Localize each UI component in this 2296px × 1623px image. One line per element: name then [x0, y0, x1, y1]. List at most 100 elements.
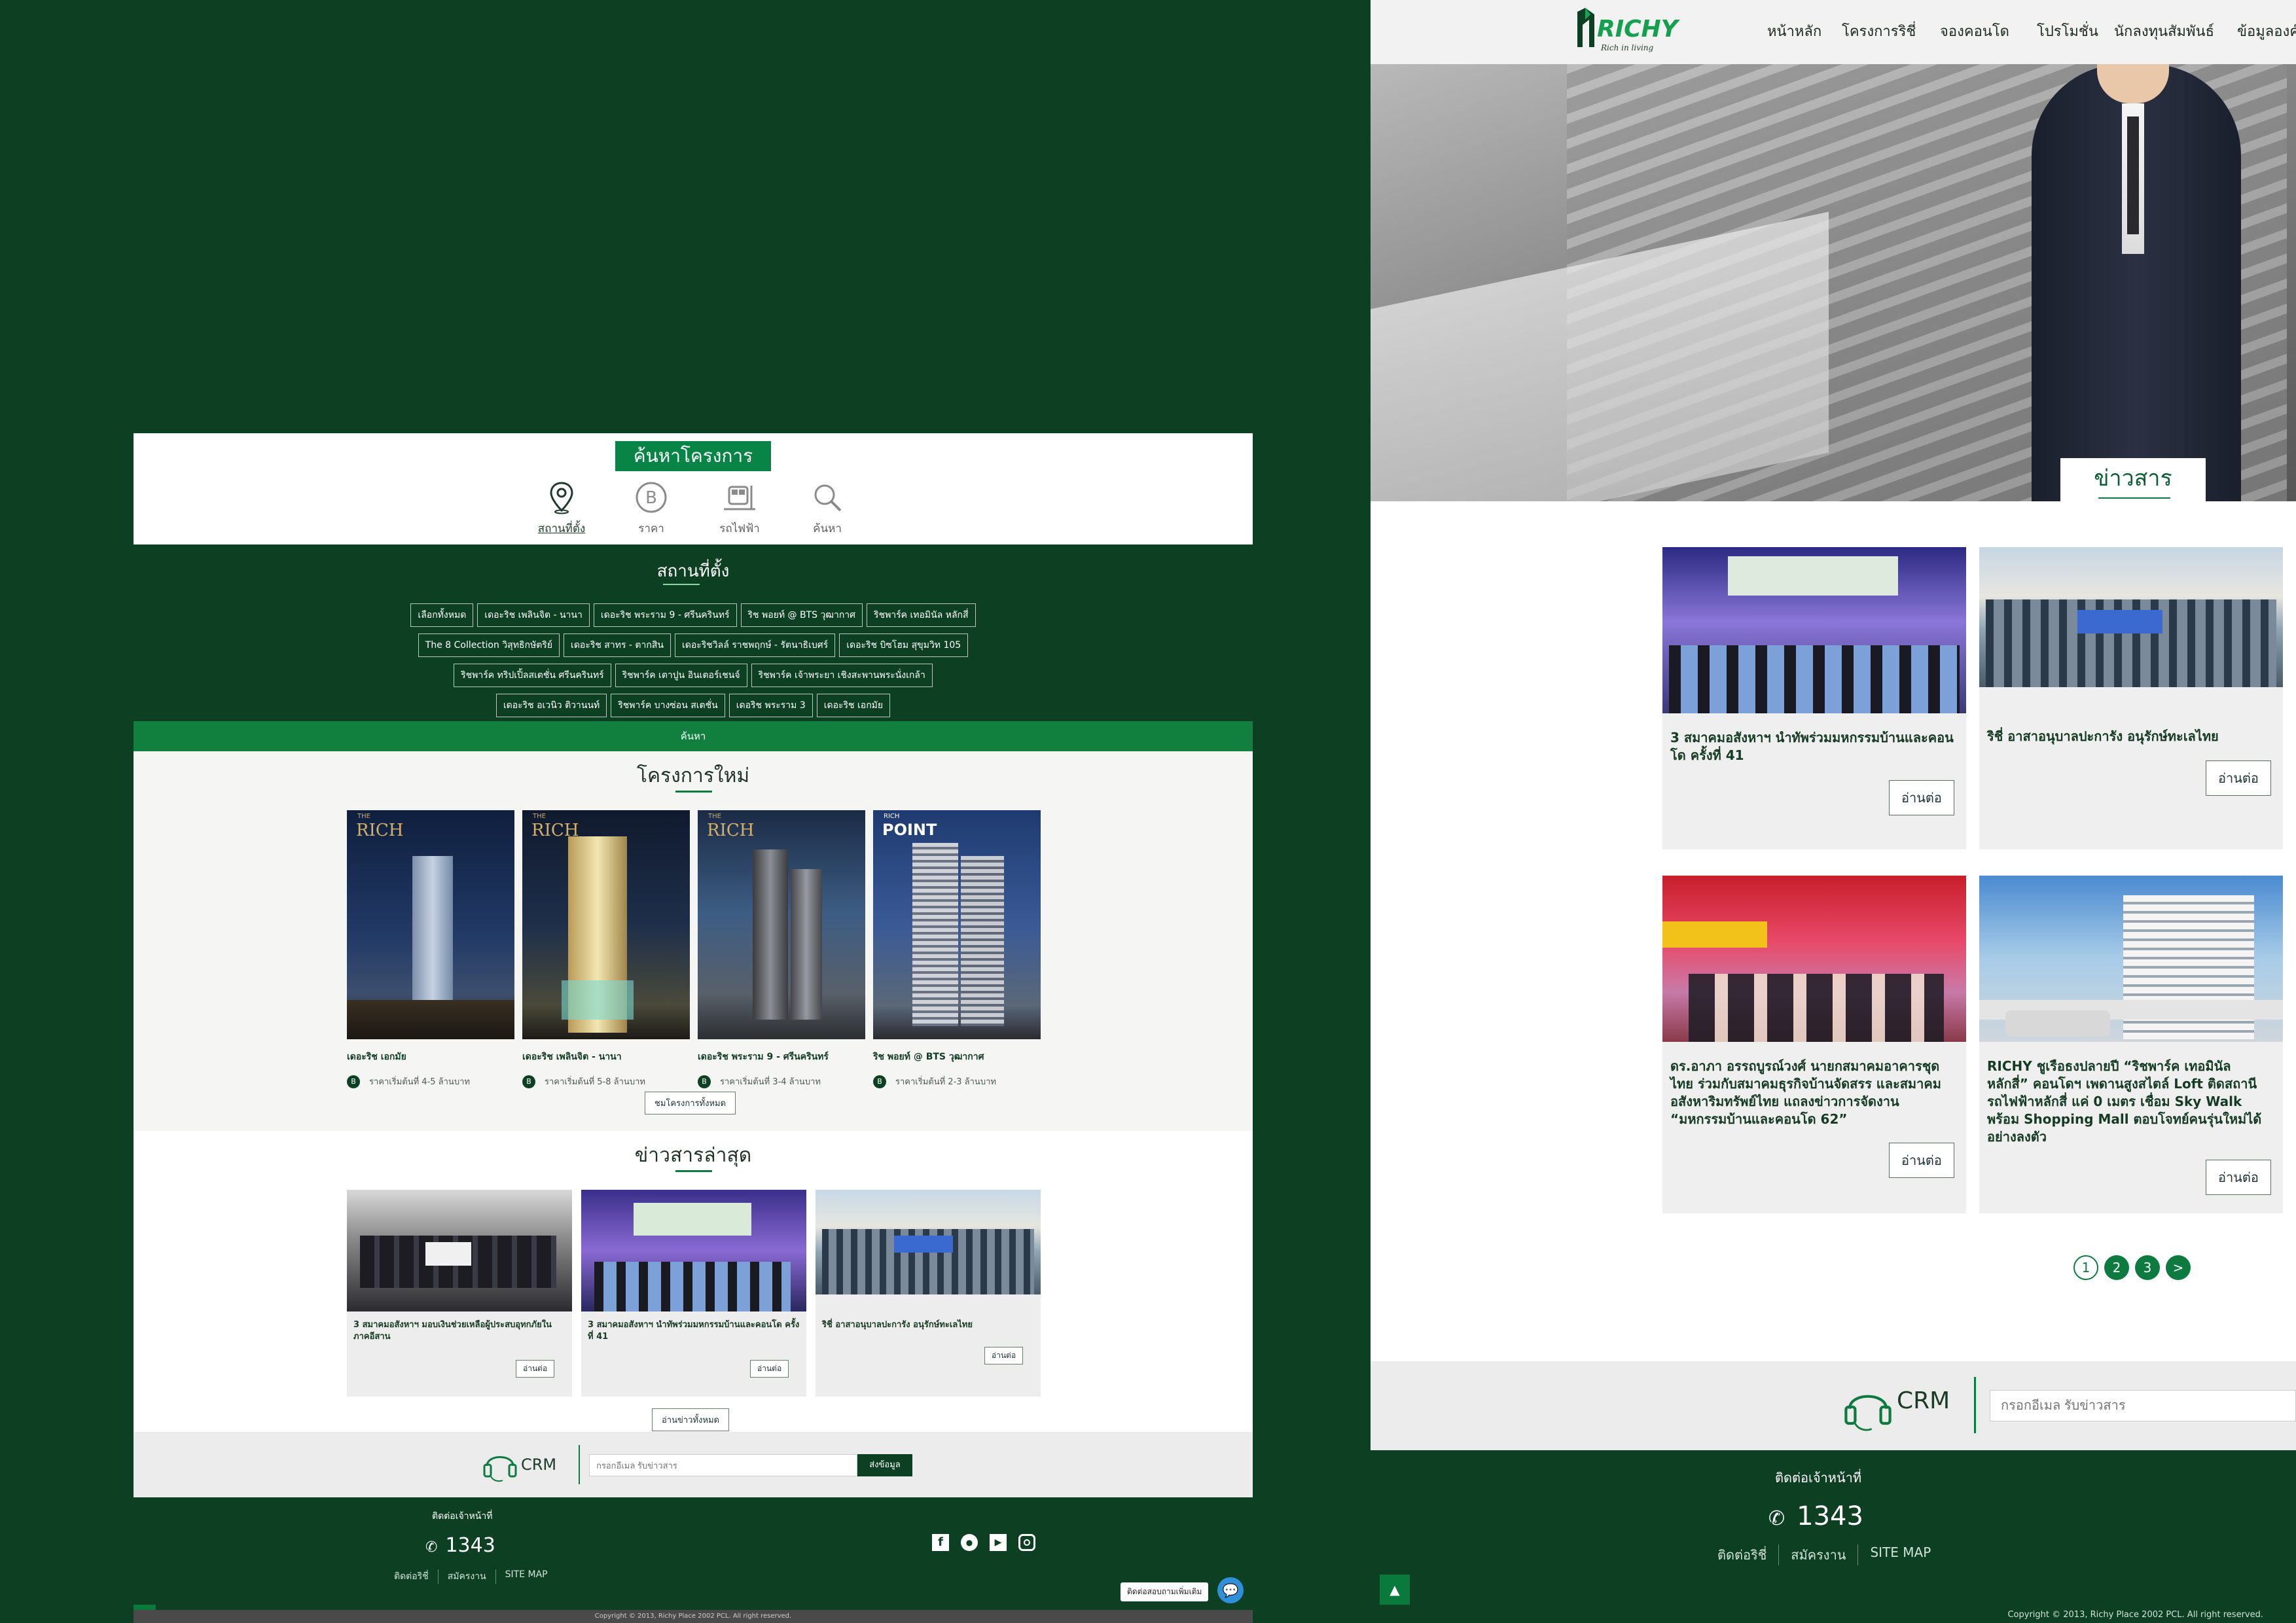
baht-badge-icon: B	[873, 1075, 886, 1088]
footer-phone-number: 1343	[1797, 1501, 1863, 1531]
left-page-screenshot: ค้นหาโครงการ สถานที่ตั้ง B ราคา รถไฟฟ้า …	[134, 433, 1253, 1623]
nav-booking[interactable]: จองคอนโด	[1940, 20, 2009, 43]
location-title-underline	[663, 584, 700, 585]
footer-phone: ✆ 1343	[425, 1534, 495, 1557]
crm-subscribe-bar: CRM	[1371, 1361, 2296, 1450]
footer-contact-label: ติดต่อเจ้าหน้าที่	[432, 1511, 493, 1522]
news-card[interactable]: RICHY ชูเรือธงปลายปี “ริชพาร์ค เทอมินัล …	[1979, 876, 2283, 1213]
location-chip[interactable]: เดอะริช เพลินจิต - นานา	[477, 603, 590, 627]
chat-label[interactable]: ติดต่อสอบถามเพิ่มเติม	[1121, 1582, 1209, 1601]
news-card[interactable]: ริชี่ อาสาอนุบาลปะการัง อนุรักษ์ทะเลไทย …	[816, 1190, 1041, 1397]
nav-home[interactable]: หน้าหลัก	[1767, 20, 1821, 43]
tab-search[interactable]: ค้นหา	[788, 479, 867, 537]
location-chip[interactable]: เลือกทั้งหมด	[410, 603, 474, 627]
brand-logo-text: RICHY	[1597, 16, 1678, 43]
crm-submit-button[interactable]: ส่งข้อมูล	[857, 1454, 912, 1476]
location-chip[interactable]: ริชพาร์ค เจ้าพระยา เชิงสะพานพระนั่งเกล้า	[751, 664, 933, 687]
headset-icon	[483, 1456, 517, 1482]
phone-icon: ✆	[425, 1539, 438, 1556]
read-more-button[interactable]: อ่านต่อ	[516, 1360, 555, 1378]
nav-investor-relations[interactable]: นักลงทุนสัมพันธ์	[2114, 20, 2214, 43]
location-row: เดอะริช อเวนิว ติวานนท์ ริชพาร์ค บางซ่อน…	[134, 694, 1253, 717]
baht-badge-icon: B	[347, 1075, 360, 1088]
footer-link[interactable]: SITE MAP	[1858, 1544, 1943, 1565]
project-logo: POINT	[882, 821, 937, 839]
location-chip[interactable]: ริชพาร์ค เทอมินัล หลักสี่	[867, 603, 976, 627]
project-price: B ราคาเริ่มต้นที่ 4-5 ล้านบาท	[347, 1075, 514, 1088]
footer-link[interactable]: สมัครงาน	[439, 1569, 496, 1584]
next-page-button[interactable]: >	[2166, 1255, 2191, 1280]
location-row: The 8 Collection วิสุทธิกษัตริย์ เดอะริช…	[134, 633, 1253, 657]
news-card[interactable]: 3 สมาคมอสังหาฯ นำทัพร่วมมหกรรมบ้านและคอน…	[581, 1190, 806, 1397]
location-chip[interactable]: ริชพาร์ค บางซ่อน สเตชั่น	[611, 694, 725, 717]
project-name: ริช พอยท์ @ BTS วุฒากาศ	[873, 1052, 984, 1062]
richy-logo-icon	[1577, 8, 1594, 47]
location-chip[interactable]: เดอะริช อเวนิว ติวานนท์	[495, 694, 607, 717]
project-card[interactable]: RICH POINT ริช พอยท์ @ BTS วุฒากาศ B ราคา…	[873, 810, 1041, 1088]
read-more-button[interactable]: อ่านต่อ	[1889, 1143, 1954, 1178]
project-card[interactable]: THE RICH เดอะริช พระราม 9 - ศรีนครินทร์ …	[698, 810, 865, 1088]
location-chip[interactable]: เดอะริช สาทร - ตากสิน	[564, 633, 671, 657]
location-filter-panel: สถานที่ตั้ง เลือกทั้งหมด เดอะริช เพลินจิ…	[134, 544, 1253, 721]
location-chip[interactable]: The 8 Collection วิสุทธิกษัตริย์	[418, 633, 560, 657]
location-chip[interactable]: เดอริช พระราม 3	[728, 694, 813, 717]
location-chip[interactable]: เดอะริช พระราม 9 - ศรีนครินทร์	[593, 603, 737, 627]
facebook-icon[interactable]: f	[932, 1534, 949, 1551]
read-more-button[interactable]: อ่านต่อ	[750, 1360, 789, 1378]
nav-promotion[interactable]: โปรโมชั่น	[2037, 20, 2098, 43]
tab-train[interactable]: รถไฟฟ้า	[700, 479, 779, 537]
search-submit-button[interactable]: ค้นหา	[134, 721, 1253, 751]
crm-email-input[interactable]	[589, 1454, 857, 1476]
news-card[interactable]: ริชี่ อาสาอนุบาลปะการัง อนุรักษ์ทะเลไทย …	[1979, 547, 2283, 849]
location-chip[interactable]: ริชพาร์ค ทริปเปิ้ลสเตชั่น ศรีนครินทร์	[454, 664, 611, 687]
top-navigation: RICHY Rich in living หน้าหลัก โครงการริช…	[1371, 0, 2296, 64]
view-all-news-button[interactable]: อ่านข่าวทั้งหมด	[652, 1408, 729, 1431]
location-chip[interactable]: ริชพาร์ค เตาปูน อินเตอร์เชนจ์	[615, 664, 747, 687]
instagram-icon[interactable]	[1018, 1534, 1035, 1551]
project-logo: RICH	[707, 821, 755, 840]
location-chip[interactable]: ริช พอยท์ @ BTS วุฒากาศ	[740, 603, 863, 627]
footer-phone-number: 1343	[445, 1534, 495, 1557]
location-row: ริชพาร์ค ทริปเปิ้ลสเตชั่น ศรีนครินทร์ ริ…	[134, 664, 1253, 687]
location-chip[interactable]: เดอะริชวิลล์ ราชพฤกษ์ - รัตนาธิเบศร์	[674, 633, 836, 657]
tab-search-label: ค้นหา	[813, 522, 842, 535]
read-more-button[interactable]: อ่านต่อ	[2206, 1160, 2271, 1195]
tab-location[interactable]: สถานที่ตั้ง	[522, 479, 601, 537]
project-price-text: ราคาเริ่มต้นที่ 2-3 ล้านบาท	[895, 1077, 996, 1087]
location-chip[interactable]: เดอะริช เอกมัย	[816, 694, 891, 717]
baht-badge-icon: B	[698, 1075, 711, 1088]
news-headline: ดร.อาภา อรรถบูรณ์วงศ์ นายกสมาคมอาคารชุดไ…	[1670, 1058, 1941, 1127]
page-button[interactable]: 1	[2073, 1255, 2098, 1280]
news-card[interactable]: 3 สมาคมอสังหาฯ นำทัพร่วมมหกรรมบ้านและคอน…	[1662, 547, 1966, 849]
tab-price[interactable]: B ราคา	[612, 479, 691, 537]
latest-news-section: ข่าวสารล่าสุด 3 สมาคมอสังหาฯ มอบเงินช่วย…	[134, 1131, 1253, 1432]
crm-email-input[interactable]	[1990, 1390, 2296, 1421]
chat-bubble-icon[interactable]: 💬	[1217, 1577, 1244, 1603]
news-image	[581, 1190, 806, 1311]
project-card[interactable]: THE RICH เดอะริช เอกมัย B ราคาเริ่มต้นที่…	[347, 810, 514, 1088]
nav-about[interactable]: ข้อมูลองค์	[2237, 20, 2296, 43]
news-headline: ริชี่ อาสาอนุบาลปะการัง อนุรักษ์ทะเลไทย	[822, 1320, 973, 1330]
news-image	[1662, 547, 1966, 713]
youtube-icon[interactable]: ▶	[990, 1534, 1007, 1551]
news-page-title-underline	[2098, 497, 2170, 499]
page-button[interactable]: 3	[2135, 1255, 2160, 1280]
footer-link[interactable]: ติดต่อริชี่	[1706, 1544, 1780, 1565]
footer-link[interactable]: ติดต่อริชี่	[385, 1569, 439, 1584]
line-icon[interactable]: ●	[961, 1534, 978, 1551]
project-card[interactable]: THE RICH เดอะริช เพลินจิต - นานา B ราคาเร…	[522, 810, 690, 1088]
read-more-button[interactable]: อ่านต่อ	[1889, 780, 1954, 815]
view-all-projects-button[interactable]: ชมโครงการทั้งหมด	[645, 1092, 736, 1115]
location-chip[interactable]: เดอะริช บิซโฮม สุขุมวิท 105	[839, 633, 969, 657]
read-more-button[interactable]: อ่านต่อ	[2206, 760, 2271, 796]
page-button[interactable]: 2	[2104, 1255, 2129, 1280]
footer-link[interactable]: สมัครงาน	[1779, 1544, 1859, 1565]
news-card[interactable]: ดร.อาภา อรรถบูรณ์วงศ์ นายกสมาคมอาคารชุดไ…	[1662, 876, 1966, 1213]
back-to-top-icon[interactable]: ▲	[1380, 1575, 1410, 1605]
news-card[interactable]: 3 สมาคมอสังหาฯ มอบเงินช่วยเหลือผู้ประสบอ…	[347, 1190, 572, 1397]
news-page-title: ข่าวสาร	[2060, 458, 2206, 501]
news-title-underline	[675, 1170, 712, 1172]
nav-projects[interactable]: โครงการริชี่	[1842, 20, 1916, 43]
footer-link[interactable]: SITE MAP	[496, 1569, 557, 1584]
read-more-button[interactable]: อ่านต่อ	[984, 1347, 1024, 1364]
